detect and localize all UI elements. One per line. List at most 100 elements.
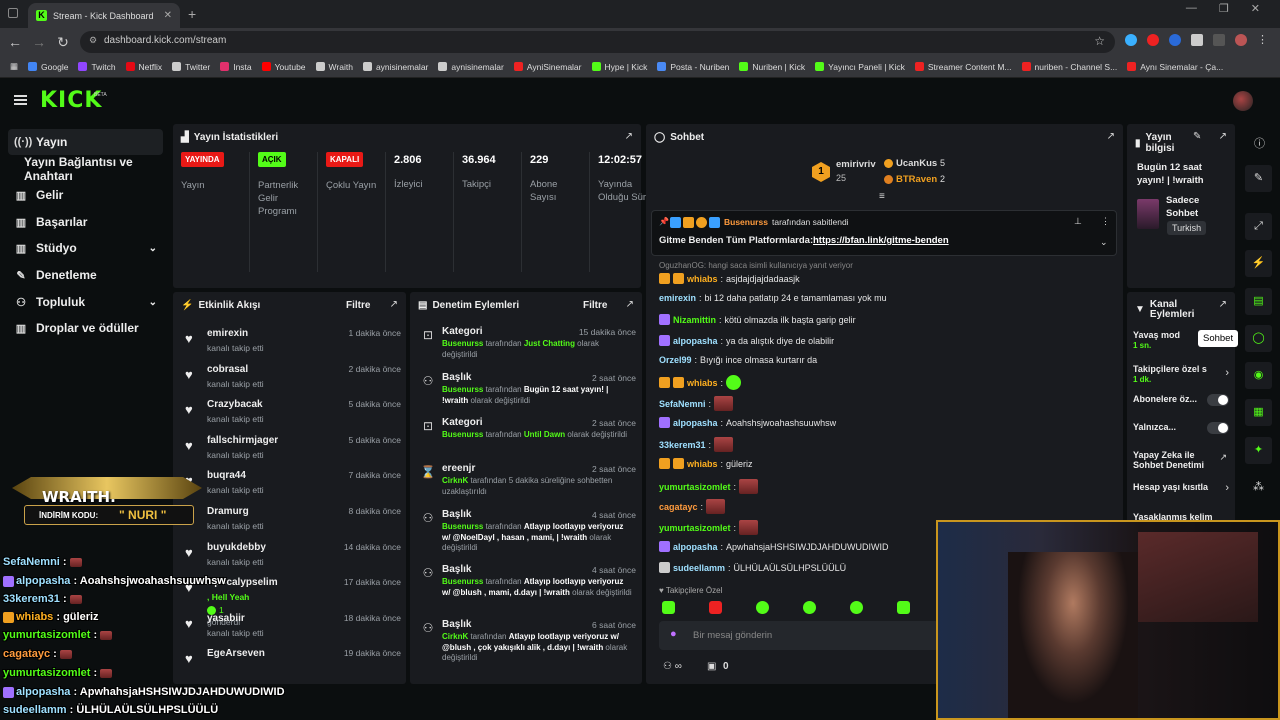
moderator-name[interactable]: Busenurss [442,339,483,348]
moderator-name[interactable]: Busenurss [442,577,483,586]
sidebar-item[interactable]: ▥ Stüdyo ⌄ [8,235,163,261]
maximize-icon[interactable]: ❐ [1219,2,1229,15]
sidebar-item[interactable]: ✎ Denetleme [8,262,163,288]
lightning-icon[interactable]: ⚡ [1245,250,1272,277]
toggle-switch[interactable] [1207,394,1229,406]
activity-user[interactable]: buqra44 [207,470,246,481]
activity-user[interactable]: Dramurg [207,506,249,517]
bookmark-item[interactable]: Nuriben | Kick [739,62,805,72]
bookmark-item[interactable]: Twitch [78,62,116,72]
bookmark-item[interactable]: Streamer Content M... [914,62,1012,72]
bookmark-item[interactable]: Hype | Kick [591,62,647,72]
top-user-name[interactable]: BTRaven [896,174,937,185]
microphone-icon[interactable]: ● [670,628,677,640]
category-name[interactable]: Sadece Sohbet [1166,194,1226,220]
chat-username[interactable]: Nizamittin [673,315,716,325]
activity-user[interactable]: cobrasal [207,364,248,375]
chat-username[interactable]: whiabs [687,459,718,469]
gift-icon[interactable]: ▣ [707,661,716,672]
activity-user[interactable]: yasabiir [207,613,245,624]
extensions-puzzle-icon[interactable] [1191,34,1203,46]
chat-username[interactable]: whiabs [687,274,718,284]
top-user-name[interactable]: UcanKus [896,158,937,169]
emote-icon[interactable] [850,601,863,614]
activity-user[interactable]: buyukdebby [207,542,266,553]
profile-icon[interactable] [1235,34,1247,46]
bookmark-item[interactable]: Youtube [261,62,306,72]
new-tab-icon[interactable]: + [188,6,196,22]
popout-icon[interactable]: ↗ [1219,131,1227,142]
extension-icon[interactable] [1169,34,1181,46]
activity-user[interactable]: EgeArseven [207,648,265,659]
channel-action-row[interactable]: Yalnızca... [1133,422,1229,434]
activity-user[interactable]: fallschirmjager [207,435,278,446]
url-bar[interactable]: ⚙ dashboard.kick.com/stream ☆ [80,31,1115,53]
back-icon[interactable]: ← [3,34,27,50]
chat-icon[interactable]: ◯ [1245,325,1272,352]
emote-icon[interactable] [662,601,675,614]
channel-action-row[interactable]: Abonelere öz... [1133,394,1229,406]
chat-username[interactable]: cagatayc [659,502,698,512]
layout-icon[interactable]: ▦ [1245,399,1272,426]
popout-icon[interactable]: ↗ [1219,299,1227,310]
chevron-down-icon[interactable]: ⌄ [1100,237,1108,248]
bookmark-item[interactable]: Netflix [125,62,162,72]
chat-username[interactable]: whiabs [687,378,718,388]
broadcast-icon[interactable]: ◉ [1245,362,1272,389]
extension-icon[interactable] [1147,34,1159,46]
sidebar-item[interactable]: Yayın Bağlantısı ve Anahtarı [8,155,163,183]
moderator-name[interactable]: Busenurss [442,430,483,439]
bookmark-item[interactable]: Posta - Nuriben [657,62,729,72]
menu-dots-icon[interactable]: ⋮ [1257,34,1268,46]
popout-icon[interactable]: ↗ [626,299,634,310]
bookmark-item[interactable]: Yayıncı Paneli | Kick [815,62,905,72]
window-close-icon[interactable]: ✕ [1251,2,1260,15]
channel-action-row[interactable]: Yapay Zeka ile Sohbet Denetimi ↗ [1133,450,1229,470]
moderator-name[interactable]: Busenurss [442,385,483,394]
unpin-icon[interactable]: ⊥ [1074,216,1082,227]
expand-icon[interactable]: ⤢ [1245,213,1272,240]
emoji-icon[interactable]: ⚇ ∞ [663,661,682,672]
pinned-link[interactable]: https://bfan.link/gitme-benden [813,235,949,246]
edit-icon[interactable]: ✎ [1245,165,1272,192]
channel-action-row[interactable]: Hesap yaşı kısıtla › [1133,482,1229,494]
activity-user[interactable]: emirexin [207,328,248,339]
extension-icon[interactable] [1125,34,1137,46]
bookmark-item[interactable]: AyniSinemalar [513,62,582,72]
top-user-name[interactable]: emirivriv [836,159,876,170]
site-info-icon[interactable]: ⚙ [89,35,97,46]
chat-username[interactable]: emirexin [659,293,696,303]
chat-input[interactable]: ● Bir mesaj gönderin [659,621,939,650]
moderator-name[interactable]: Busenurss [442,522,483,531]
tab-close-icon[interactable]: ✕ [164,10,172,21]
chat-username[interactable]: SefaNemni [659,399,706,409]
chat-username[interactable]: yumurtasizomlet [659,523,731,533]
menu-hamburger-icon[interactable] [14,95,27,105]
user-avatar[interactable] [1233,91,1253,111]
popout-icon[interactable]: ↗ [1107,131,1115,142]
emote-icon[interactable] [709,601,722,614]
chat-username[interactable]: alpopasha [673,336,718,346]
chat-username[interactable]: Orzel99 [659,355,692,365]
filter-button[interactable]: Filtre [583,300,607,311]
toggle-switch[interactable] [1207,422,1229,434]
chat-username[interactable]: alpopasha [673,542,718,552]
moderator-name[interactable]: CirknK [442,632,468,641]
bookmark-item[interactable]: aynisinemalar [362,62,428,72]
minimize-icon[interactable]: — [1186,2,1197,15]
sidebar-item[interactable]: ▥ Gelir [8,182,163,208]
chat-username[interactable]: yumurtasizomlet [659,482,731,492]
chat-username[interactable]: sudeellamm [673,563,725,573]
users-icon[interactable]: ⁂ [1245,474,1272,501]
emote-icon[interactable] [756,601,769,614]
bookmark-item[interactable]: Aynı Sinemalar - Ça... [1127,62,1223,72]
emote-icon[interactable] [803,601,816,614]
activity-user[interactable]: Crazybacak [207,399,263,410]
more-icon[interactable]: ⋮ [1101,216,1110,227]
popout-icon[interactable]: ↗ [625,131,633,142]
wrench-icon[interactable]: ✦ [1245,437,1272,464]
browser-tab[interactable]: K Stream - Kick Dashboard ✕ [28,3,180,28]
filter-lines-icon[interactable]: ≡ [879,191,885,202]
bookmark-item[interactable]: Insta [220,62,252,72]
bookmark-item[interactable]: aynisinemalar [438,62,504,72]
